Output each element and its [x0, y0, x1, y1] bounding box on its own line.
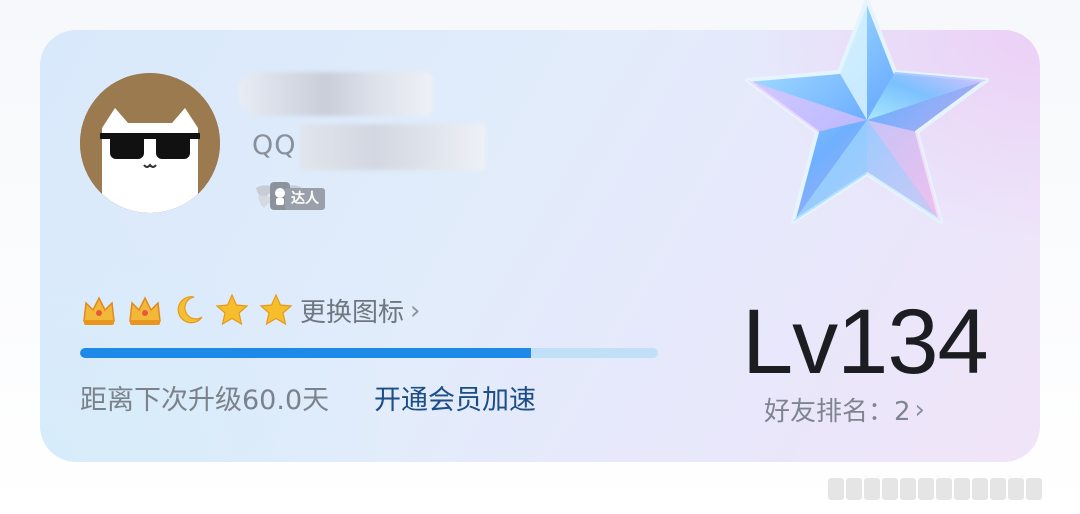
- chevron-right-icon: ›: [410, 295, 421, 326]
- next-upgrade-text: 距离下次升级60.0天: [80, 385, 330, 416]
- qq-number-label: QQ: [252, 130, 297, 161]
- crystal-star-icon: [745, 0, 989, 224]
- cat-sunglasses-avatar-icon: [80, 73, 220, 213]
- change-icon-label: 更换图标: [300, 298, 405, 328]
- level-progress-fill: [80, 348, 531, 358]
- level-icons-row[interactable]: [80, 290, 294, 330]
- nickname-blurred: [238, 72, 433, 116]
- vip-accelerate-link[interactable]: 开通会员加速: [374, 378, 536, 417]
- qq-number-blurred: [300, 124, 486, 170]
- level-progress-bar: [80, 348, 658, 358]
- watermark: [828, 472, 1068, 506]
- friend-rank-link[interactable]: 好友排名：2 ›: [764, 391, 925, 428]
- star-icon: [215, 293, 249, 326]
- expert-badge-label: 达人: [285, 188, 325, 210]
- level-value: Lv134: [742, 291, 989, 393]
- star-icon: [259, 293, 293, 326]
- moon-icon: [177, 296, 203, 324]
- avatar[interactable]: [80, 73, 220, 213]
- crown-icon: [83, 296, 115, 325]
- crown-icon: [129, 296, 161, 325]
- friend-rank-label: 好友排名：2: [764, 397, 911, 427]
- change-icon-link[interactable]: 更换图标 ›: [300, 292, 420, 329]
- chevron-right-icon: ›: [914, 394, 925, 425]
